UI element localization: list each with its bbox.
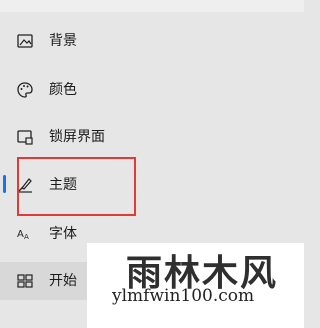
svg-text:A: A (24, 233, 29, 241)
lock-screen-icon (16, 128, 34, 146)
nav-item-label: 字体 (49, 226, 77, 242)
nav-item-label: 锁屏界面 (49, 129, 105, 145)
palette-icon (16, 81, 34, 99)
nav-item-label: 背景 (49, 33, 77, 49)
start-grid-icon (16, 272, 34, 290)
watermark-url: ylmfwin100.com (112, 286, 255, 306)
nav-item-colors[interactable]: 颜色 (0, 78, 304, 102)
highlight-box (17, 157, 136, 216)
nav-item-lock-screen[interactable]: 锁屏界面 (0, 125, 304, 149)
picture-icon (16, 32, 34, 50)
font-icon: A A (16, 225, 34, 243)
nav-item-background[interactable]: 背景 (0, 29, 304, 53)
nav-item-label: 颜色 (49, 82, 77, 98)
svg-text:A: A (17, 229, 24, 240)
nav-item-label: 开始 (49, 273, 77, 289)
